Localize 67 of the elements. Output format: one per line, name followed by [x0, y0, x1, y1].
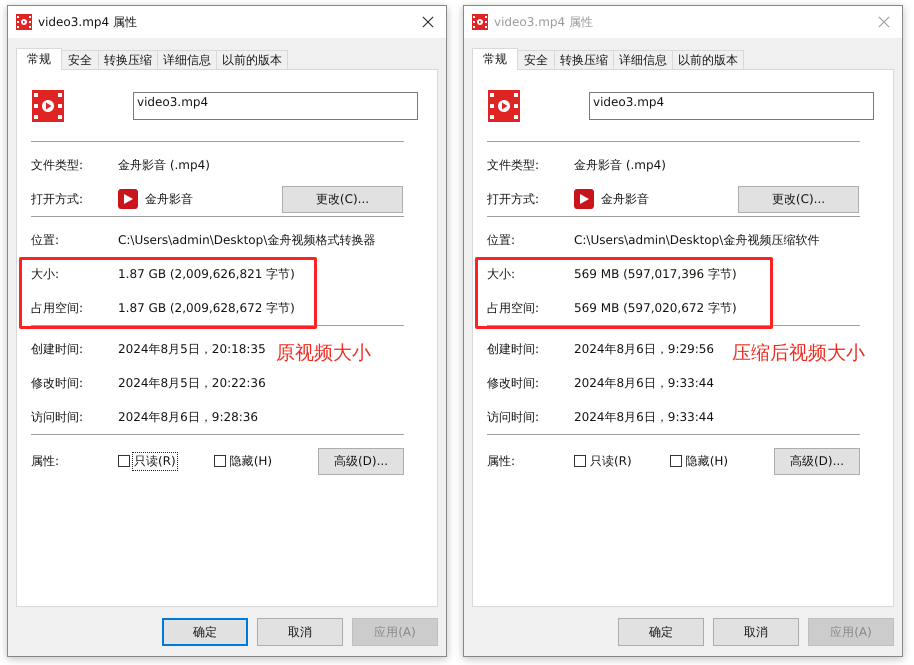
checkbox[interactable]: [574, 455, 586, 467]
field-label: 访问时间:: [487, 408, 540, 426]
tab[interactable]: 常规: [472, 48, 518, 70]
field-value: C:\Users\admin\Desktop\金舟视频压缩软件: [574, 232, 820, 248]
file-name-field[interactable]: video3.mp4: [133, 92, 418, 120]
video-file-icon: [488, 90, 520, 122]
field-value: 569 MB (597,020,672 字节): [574, 300, 737, 316]
field-value: 2024年8月6日，9:29:56: [574, 340, 714, 358]
play-app-icon: [118, 189, 138, 209]
checkbox-label[interactable]: 只读(R): [588, 452, 634, 470]
file-name-field[interactable]: video3.mp4: [589, 92, 874, 120]
change-button[interactable]: 更改(C)...: [738, 186, 859, 212]
field-value: 569 MB (597,017,396 字节): [574, 266, 737, 282]
field-value: 2024年8月6日，9:33:44: [574, 408, 714, 426]
field-label: 占用空间:: [31, 300, 84, 316]
change-button[interactable]: 更改(C)...: [282, 186, 403, 212]
field-label: 位置:: [31, 232, 60, 248]
app-name: 金舟影音: [601, 190, 649, 208]
tab[interactable]: 以前的版本: [216, 50, 288, 70]
checkbox[interactable]: [670, 455, 682, 467]
window-title: video3.mp4 属性: [38, 14, 137, 30]
field-value: 2024年8月6日，9:33:44: [574, 374, 714, 392]
annotation-text: 压缩后视频大小: [732, 341, 865, 366]
field-label: 修改时间:: [487, 374, 540, 392]
tab[interactable]: 常规: [16, 48, 62, 70]
field-label: 位置:: [487, 232, 516, 248]
window-title: video3.mp4 属性: [494, 14, 593, 30]
dialog-button[interactable]: 确定: [162, 618, 248, 646]
checkbox[interactable]: [118, 455, 130, 467]
field-label: 修改时间:: [31, 374, 84, 392]
field-label: 属性:: [31, 452, 60, 470]
field-label: 创建时间:: [31, 340, 84, 358]
checkbox-label[interactable]: 只读(R): [132, 452, 178, 470]
field-value: C:\Users\admin\Desktop\金舟视频格式转换器: [118, 232, 376, 248]
field-label: 打开方式:: [31, 190, 84, 208]
field-label: 大小:: [487, 266, 516, 282]
video-file-icon: [472, 14, 488, 30]
field-value: 2024年8月6日，9:28:36: [118, 408, 258, 426]
field-value: 2024年8月5日，20:18:35: [118, 340, 266, 358]
advanced-button[interactable]: 高级(D)...: [318, 448, 404, 474]
field-label: 访问时间:: [31, 408, 84, 426]
dialog-button[interactable]: 取消: [257, 618, 343, 646]
field-label: 大小:: [31, 266, 60, 282]
field-label: 打开方式:: [487, 190, 540, 208]
field-label: 属性:: [487, 452, 516, 470]
field-value: 金舟影音 (.mp4): [118, 156, 210, 174]
video-file-icon: [16, 14, 32, 30]
annotation-text: 原视频大小: [276, 341, 371, 366]
tab[interactable]: 以前的版本: [672, 50, 744, 70]
field-label: 文件类型:: [487, 156, 540, 174]
dialog-button[interactable]: 确定: [618, 618, 704, 646]
dialog-button[interactable]: 取消: [713, 618, 799, 646]
field-label: 占用空间:: [487, 300, 540, 316]
field-value: 2024年8月5日，20:22:36: [118, 374, 266, 392]
field-value: 金舟影音 (.mp4): [574, 156, 666, 174]
field-label: 创建时间:: [487, 340, 540, 358]
field-label: 文件类型:: [31, 156, 84, 174]
checkbox-label[interactable]: 隐藏(H): [228, 452, 274, 470]
advanced-button[interactable]: 高级(D)...: [774, 448, 860, 474]
close-icon[interactable]: [422, 16, 434, 28]
video-file-icon: [32, 90, 64, 122]
app-name: 金舟影音: [145, 190, 193, 208]
play-app-icon: [574, 189, 594, 209]
checkbox-label[interactable]: 隐藏(H): [684, 452, 730, 470]
field-value: 1.87 GB (2,009,626,821 字节): [118, 266, 295, 282]
checkbox[interactable]: [214, 455, 226, 467]
field-value: 1.87 GB (2,009,628,672 字节): [118, 300, 295, 316]
